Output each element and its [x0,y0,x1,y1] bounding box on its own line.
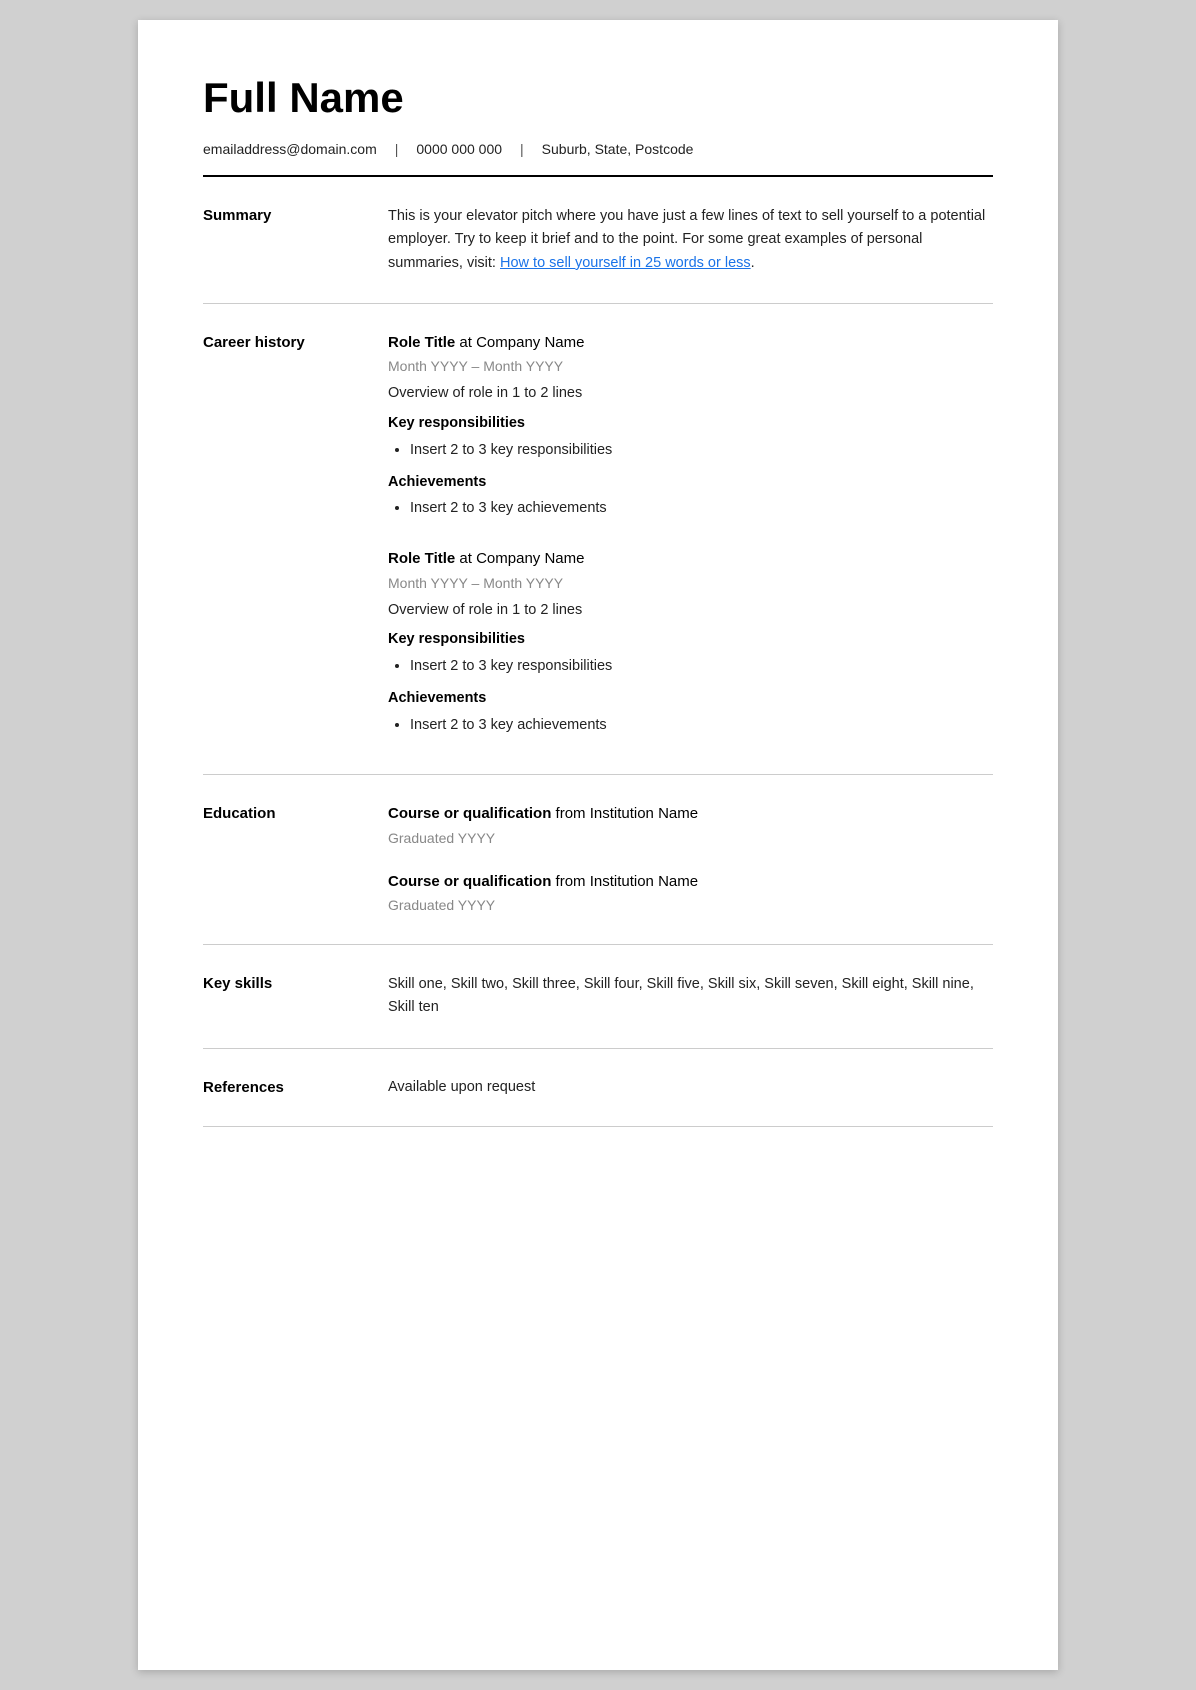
list-item: Insert 2 to 3 key responsibilities [410,440,993,462]
job-1-dates: Month YYYY – Month YYYY [388,356,993,377]
career-history-content: Role Title at Company Name Month YYYY – … [388,332,993,747]
summary-content: This is your elevator pitch where you ha… [388,205,993,275]
references-label: References [203,1077,388,1099]
job-1-title: Role Title [388,334,455,351]
edu-2-graduated: Graduated YYYY [388,895,993,916]
edu-2-title-line: Course or qualification from Institution… [388,871,993,894]
job-2-company: at Company Name [459,550,584,567]
job-2-title: Role Title [388,550,455,567]
education-label: Education [203,803,388,916]
edu-block-2: Course or qualification from Institution… [388,871,993,917]
job-2-achievements-label: Achievements [388,688,993,710]
edu-1-title-line: Course or qualification from Institution… [388,803,993,826]
separator-1: | [395,141,399,157]
list-item: Insert 2 to 3 key achievements [410,498,993,520]
education-section: Education Course or qualification from I… [203,775,993,945]
job-block-2: Role Title at Company Name Month YYYY – … [388,548,993,736]
career-history-label: Career history [203,332,388,747]
references-text: Available upon request [388,1077,993,1099]
references-content: Available upon request [388,1077,993,1099]
full-name: Full Name [203,75,993,121]
phone: 0000 000 000 [416,141,502,157]
job-2-overview: Overview of role in 1 to 2 lines [388,600,993,622]
header-section: Full Name emailaddress@domain.com | 0000… [203,75,993,177]
edu-1-course-rest: from Institution Name [551,805,698,822]
job-block-1: Role Title at Company Name Month YYYY – … [388,332,993,520]
key-skills-section: Key skills Skill one, Skill two, Skill t… [203,945,993,1048]
education-content: Course or qualification from Institution… [388,803,993,916]
list-item: Insert 2 to 3 key achievements [410,715,993,737]
email: emailaddress@domain.com [203,141,377,157]
list-item: Insert 2 to 3 key responsibilities [410,656,993,678]
edu-block-1: Course or qualification from Institution… [388,803,993,849]
edu-1-course-bold: Course or qualification [388,805,551,822]
career-history-section: Career history Role Title at Company Nam… [203,304,993,776]
job-2-dates: Month YYYY – Month YYYY [388,573,993,594]
contact-row: emailaddress@domain.com | 0000 000 000 |… [203,141,993,157]
job-1-achievements-list: Insert 2 to 3 key achievements [388,498,993,520]
key-skills-content: Skill one, Skill two, Skill three, Skill… [388,973,993,1019]
resume-page: Full Name emailaddress@domain.com | 0000… [138,20,1058,1670]
edu-1-graduated: Graduated YYYY [388,828,993,849]
job-2-responsibilities-label: Key responsibilities [388,629,993,651]
job-2-achievements-list: Insert 2 to 3 key achievements [388,715,993,737]
job-1-overview: Overview of role in 1 to 2 lines [388,383,993,405]
job-1-achievements-label: Achievements [388,472,993,494]
job-1-title-line: Role Title at Company Name [388,332,993,355]
location: Suburb, State, Postcode [542,141,694,157]
summary-section: Summary This is your elevator pitch wher… [203,177,993,304]
summary-text-after: . [751,255,755,271]
job-2-title-line: Role Title at Company Name [388,548,993,571]
job-2-responsibilities-list: Insert 2 to 3 key responsibilities [388,656,993,678]
job-1-company: at Company Name [459,334,584,351]
summary-text: This is your elevator pitch where you ha… [388,205,993,275]
edu-2-course-rest: from Institution Name [551,873,698,890]
skills-text: Skill one, Skill two, Skill three, Skill… [388,973,993,1019]
summary-link[interactable]: How to sell yourself in 25 words or less [500,255,751,271]
job-1-responsibilities-label: Key responsibilities [388,413,993,435]
separator-2: | [520,141,524,157]
references-section: References Available upon request [203,1049,993,1128]
job-1-responsibilities-list: Insert 2 to 3 key responsibilities [388,440,993,462]
key-skills-label: Key skills [203,973,388,1019]
edu-2-course-bold: Course or qualification [388,873,551,890]
summary-label: Summary [203,205,388,275]
